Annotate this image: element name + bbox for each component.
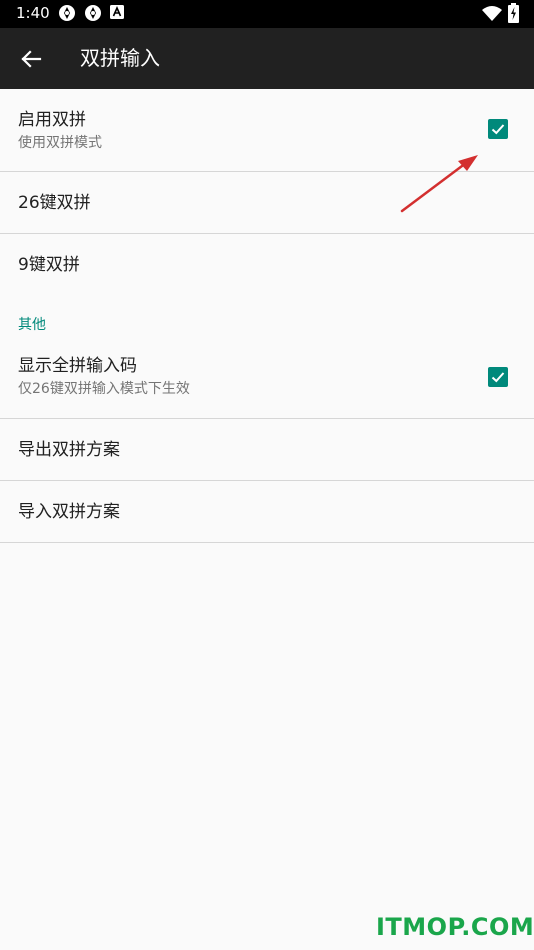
setting-title: 显示全拼输入码 [18,356,137,376]
setting-title: 9键双拼 [18,255,80,275]
back-arrow-icon [20,48,42,74]
export-scheme-item[interactable]: 导出双拼方案 [0,419,534,481]
screen: 1:40 双拼输入 启用双拼 使用双拼模式 26键双拼 9键双拼 其他 显示全拼… [0,0,534,950]
wifi-icon [482,5,502,25]
show-full-pinyin-setting[interactable]: 显示全拼输入码 仅26键双拼输入模式下生效 [0,337,534,419]
setting-summary: 仅26键双拼输入模式下生效 [18,381,190,397]
status-time: 1:40 [16,4,50,22]
watermark: ITMOP.COM [376,913,534,941]
page-title: 双拼输入 [80,46,160,70]
back-button[interactable] [10,37,54,81]
battery-charging-icon [508,3,519,27]
9-key-shuangpin-setting[interactable]: 9键双拼 [0,234,534,296]
section-header-other: 其他 [18,317,46,333]
app-icon [58,4,76,26]
enable-shuangpin-checkbox[interactable] [488,119,508,139]
import-scheme-item[interactable]: 导入双拼方案 [0,481,534,543]
enable-shuangpin-setting[interactable]: 启用双拼 使用双拼模式 [0,89,534,172]
status-bar: 1:40 [0,0,534,28]
app-bar: 双拼输入 [0,28,534,89]
app-icon [84,4,102,26]
setting-summary: 使用双拼模式 [18,135,102,151]
setting-title: 启用双拼 [18,110,86,130]
setting-title: 导入双拼方案 [18,502,120,522]
show-full-pinyin-checkbox[interactable] [488,367,508,387]
keyboard-a-icon [110,4,124,24]
setting-title: 导出双拼方案 [18,440,120,460]
setting-title: 26键双拼 [18,193,91,213]
26-key-shuangpin-setting[interactable]: 26键双拼 [0,172,534,234]
